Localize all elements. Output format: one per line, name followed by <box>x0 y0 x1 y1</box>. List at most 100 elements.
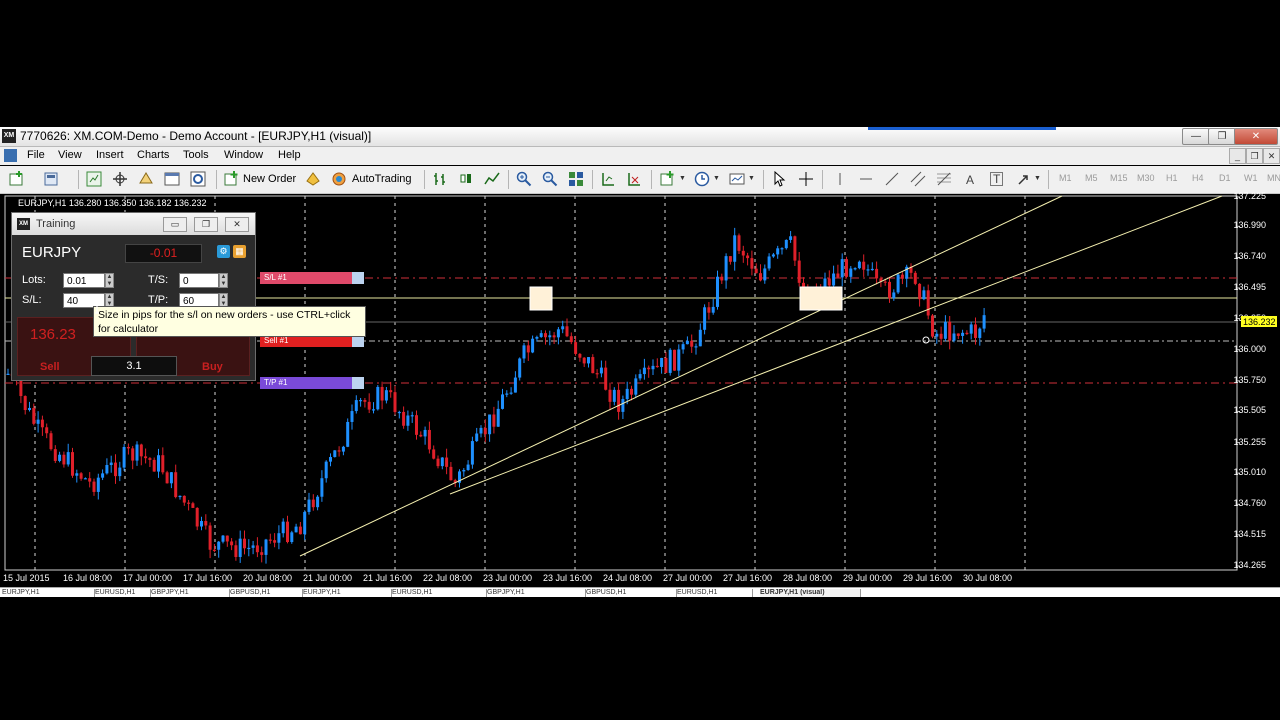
time-tick-label: 21 Jul 16:00 <box>363 573 413 583</box>
lots-input[interactable]: 0.01 <box>63 273 105 288</box>
zoom-in-icon[interactable] <box>516 171 532 187</box>
tile-windows-icon[interactable] <box>568 171 584 187</box>
candle-body <box>462 470 466 472</box>
zoom-out-icon[interactable] <box>542 171 558 187</box>
line-chart-icon[interactable] <box>484 171 500 187</box>
new-order-icon[interactable] <box>224 171 240 187</box>
tab-chart[interactable]: EURUSD,H1 <box>95 589 151 597</box>
new-order-button[interactable]: New Order <box>243 173 296 185</box>
order-marker <box>922 336 930 344</box>
tab-chart[interactable]: EURJPY,H1 <box>2 589 95 597</box>
take-profit-line-label[interactable]: T/P #1 <box>260 377 364 389</box>
timeframe-h4[interactable]: H4 <box>1192 173 1204 183</box>
periods-clock-icon[interactable] <box>694 171 710 187</box>
trailing-stop-stepper[interactable]: ▲ ▼ <box>219 273 228 288</box>
timeframe-m15[interactable]: M15 <box>1110 173 1128 183</box>
autotrading-button[interactable]: AutoTrading <box>352 173 412 185</box>
menu-help[interactable]: Help <box>278 149 301 161</box>
training-panel-header[interactable]: XM Training ▭ ❐ ✕ <box>12 213 255 235</box>
candle-body <box>92 481 96 492</box>
tab-chart-active[interactable]: EURJPY,H1 (visual) <box>760 589 861 597</box>
chevron-down-icon[interactable]: ▼ <box>713 175 720 182</box>
indicators-icon[interactable] <box>660 171 676 187</box>
timeframe-m5[interactable]: M5 <box>1085 173 1098 183</box>
menu-file[interactable]: File <box>27 149 45 161</box>
candle-body <box>535 336 539 339</box>
horizontal-line-icon[interactable] <box>858 171 874 187</box>
tab-chart[interactable]: EURJPY,H1 <box>303 589 392 597</box>
tab-chart[interactable]: GBPUSD,H1 <box>230 589 303 597</box>
candle-body <box>470 441 474 465</box>
chevron-down-icon[interactable]: ▼ <box>679 175 686 182</box>
profiles-icon[interactable] <box>44 171 60 187</box>
candle-body <box>913 272 917 284</box>
candle-body <box>496 408 500 427</box>
lots-stepper[interactable]: ▲ ▼ <box>105 273 114 288</box>
lots-label: Lots: <box>22 274 46 286</box>
timeframe-d1[interactable]: D1 <box>1219 173 1231 183</box>
candle-body <box>698 329 702 347</box>
menu-insert[interactable]: Insert <box>96 149 124 161</box>
fibonacci-icon[interactable] <box>936 171 952 187</box>
equidistant-channel-icon[interactable] <box>910 171 926 187</box>
bar-chart-icon[interactable] <box>432 171 448 187</box>
time-tick-label: 28 Jul 08:00 <box>783 573 833 583</box>
trailing-stop-input[interactable]: 0 <box>179 273 219 288</box>
chart-window-icon[interactable] <box>4 149 17 162</box>
autoscroll-icon[interactable] <box>626 171 642 187</box>
vertical-line-icon[interactable] <box>832 171 848 187</box>
chart-shift-icon[interactable] <box>600 171 616 187</box>
chevron-down-icon[interactable]: ▼ <box>748 175 755 182</box>
timeframe-mn[interactable]: MN <box>1267 173 1280 183</box>
panel-close-button[interactable]: ✕ <box>225 217 249 232</box>
menu-charts[interactable]: Charts <box>137 149 169 161</box>
candlestick-chart-icon[interactable] <box>458 171 474 187</box>
panel-restore-button[interactable]: ❐ <box>194 217 218 232</box>
mdi-minimize-button[interactable]: _ <box>1229 148 1246 164</box>
candle-body <box>574 342 578 354</box>
timeframe-w1[interactable]: W1 <box>1244 173 1258 183</box>
new-chart-icon[interactable] <box>9 171 25 187</box>
time-tick-label: 20 Jul 08:00 <box>243 573 293 583</box>
candle-body <box>367 401 371 410</box>
candle-body <box>556 329 560 338</box>
right-scrollbar[interactable] <box>1254 214 1278 544</box>
minimize-button[interactable]: — <box>1182 128 1210 145</box>
metaeditor-icon[interactable] <box>305 171 321 187</box>
panel-minimize-button[interactable]: ▭ <box>163 217 187 232</box>
tab-chart[interactable]: EURUSD,H1 <box>677 589 753 597</box>
navigator-icon[interactable] <box>138 171 154 187</box>
market-watch-icon[interactable] <box>86 171 102 187</box>
text-label-icon[interactable]: T <box>990 172 1004 186</box>
stop-loss-line-label[interactable]: S/L #1 <box>260 272 364 284</box>
menu-tools[interactable]: Tools <box>183 149 209 161</box>
tab-chart[interactable]: EURUSD,H1 <box>392 589 487 597</box>
restore-button[interactable]: ❐ <box>1208 128 1236 145</box>
tab-chart[interactable]: GBPUSD,H1 <box>586 589 677 597</box>
timeframe-m30[interactable]: M30 <box>1137 173 1155 183</box>
calculator-icon[interactable]: ▦ <box>233 245 246 258</box>
terminal-icon[interactable] <box>164 171 180 187</box>
tab-chart[interactable]: GBPJPY,H1 <box>151 589 230 597</box>
arrows-icon[interactable] <box>1016 171 1032 187</box>
menu-view[interactable]: View <box>58 149 82 161</box>
tab-chart[interactable]: GBPJPY,H1 <box>487 589 586 597</box>
settings-gear-icon[interactable]: ⚙ <box>217 245 230 258</box>
menu-window[interactable]: Window <box>224 149 263 161</box>
templates-icon[interactable] <box>729 171 745 187</box>
cursor-icon[interactable] <box>772 171 788 187</box>
close-button[interactable]: ✕ <box>1234 128 1278 145</box>
candle-body <box>311 499 315 508</box>
mdi-restore-button[interactable]: ❐ <box>1246 148 1263 164</box>
trendline-icon[interactable] <box>884 171 900 187</box>
chevron-down-icon[interactable]: ▼ <box>1034 175 1041 182</box>
crosshair-icon[interactable] <box>798 171 814 187</box>
text-tool-icon[interactable]: A <box>966 173 974 187</box>
timeframe-h1[interactable]: H1 <box>1166 173 1178 183</box>
autotrading-icon[interactable] <box>331 171 347 187</box>
strategy-tester-icon[interactable] <box>190 171 206 187</box>
data-window-icon[interactable] <box>112 171 128 187</box>
candle-body <box>384 390 388 401</box>
timeframe-m1[interactable]: M1 <box>1059 173 1072 183</box>
mdi-close-button[interactable]: ✕ <box>1263 148 1280 164</box>
